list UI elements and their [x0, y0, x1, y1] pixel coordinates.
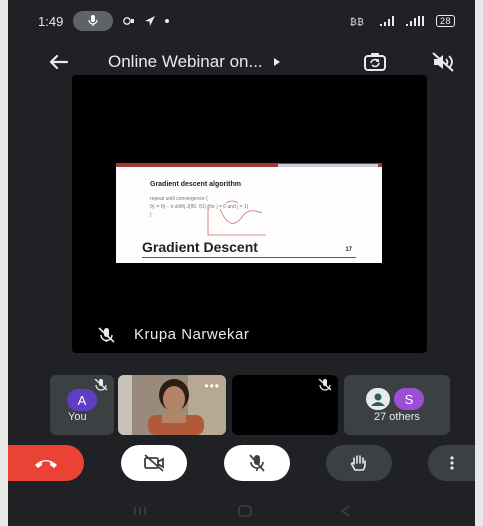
- call-controls: [8, 445, 475, 485]
- speaker-off-button[interactable]: [429, 48, 457, 76]
- participant-tile-camera-off[interactable]: [232, 375, 338, 435]
- battery-icon: 28: [435, 15, 455, 27]
- presentation-slide: Gradient descent algorithm repeat until …: [116, 163, 382, 263]
- slide-annotation-drawing: [207, 200, 266, 236]
- slide-header-strip: [278, 164, 378, 167]
- end-call-button[interactable]: [8, 445, 84, 481]
- speaker-off-icon: [432, 52, 454, 72]
- mic-toggle-button[interactable]: [224, 445, 290, 481]
- mic-off-icon: [94, 379, 108, 391]
- participant-label: You: [68, 411, 87, 423]
- status-time: 1:49: [38, 13, 64, 29]
- more-options-icon[interactable]: •••: [204, 379, 220, 393]
- mic-off-icon: [249, 454, 265, 472]
- data-speed-icon: ₿₿: [350, 17, 364, 26]
- status-bar: 1:49 ₿₿ 28: [8, 0, 475, 42]
- location-arrow-icon: [145, 16, 156, 26]
- mic-off-icon: [318, 379, 332, 391]
- back-nav-icon[interactable]: [340, 505, 352, 517]
- phone-screen: 1:49 ₿₿ 28 Online Webinar on... Gradient…: [8, 0, 475, 526]
- presenter-name: Krupa Narwekar: [134, 326, 250, 343]
- camera-off-icon: [144, 454, 164, 472]
- raise-hand-button[interactable]: [326, 445, 392, 481]
- meeting-details-caret[interactable]: [273, 57, 293, 67]
- presenter-label: Krupa Narwekar: [98, 326, 249, 343]
- more-vert-icon: [449, 456, 454, 470]
- back-arrow-icon: [49, 54, 68, 70]
- more-options-button[interactable]: [428, 445, 475, 481]
- participant-tile-you[interactable]: A You: [50, 375, 114, 435]
- avatar: S: [394, 388, 424, 410]
- mic-active-indicator: [73, 11, 114, 31]
- svg-text:₿₿: ₿₿: [350, 17, 364, 26]
- participant-tile-others[interactable]: S 27 others: [344, 375, 450, 435]
- back-button[interactable]: [44, 48, 72, 76]
- signal-lte-icon: [405, 16, 424, 26]
- switch-camera-icon: [364, 53, 386, 71]
- participant-strip: A You ••• S 27 others: [8, 375, 475, 435]
- participant-label: 27 others: [374, 411, 420, 423]
- meeting-title[interactable]: Online Webinar on...: [108, 52, 263, 72]
- raise-hand-icon: [350, 455, 366, 471]
- participant-tile-video[interactable]: •••: [118, 375, 226, 435]
- caret-right-icon: [273, 58, 280, 66]
- mic-off-icon: [98, 326, 115, 343]
- camera-toggle-button[interactable]: [121, 445, 187, 481]
- avatar: A: [67, 389, 97, 411]
- mic-icon: [88, 15, 98, 26]
- home-icon[interactable]: [237, 505, 253, 517]
- avatar-photo: [366, 388, 390, 410]
- user-photo-icon: [371, 393, 385, 406]
- notification-dot-icon: [165, 19, 170, 23]
- slide-heading: Gradient Descent: [142, 239, 258, 255]
- end-call-icon: [35, 460, 57, 468]
- recent-apps-icon[interactable]: [132, 505, 150, 517]
- signal-bars-icon: [379, 16, 394, 26]
- call-status-icon: [123, 17, 135, 25]
- switch-camera-button[interactable]: [361, 48, 389, 76]
- main-presenter-tile[interactable]: Gradient descent algorithm repeat until …: [72, 75, 427, 353]
- slide-number: 17: [345, 247, 352, 253]
- system-nav-bar: [8, 496, 475, 526]
- slide-title: Gradient descent algorithm: [150, 181, 242, 188]
- slide-footer-rule: [142, 257, 356, 258]
